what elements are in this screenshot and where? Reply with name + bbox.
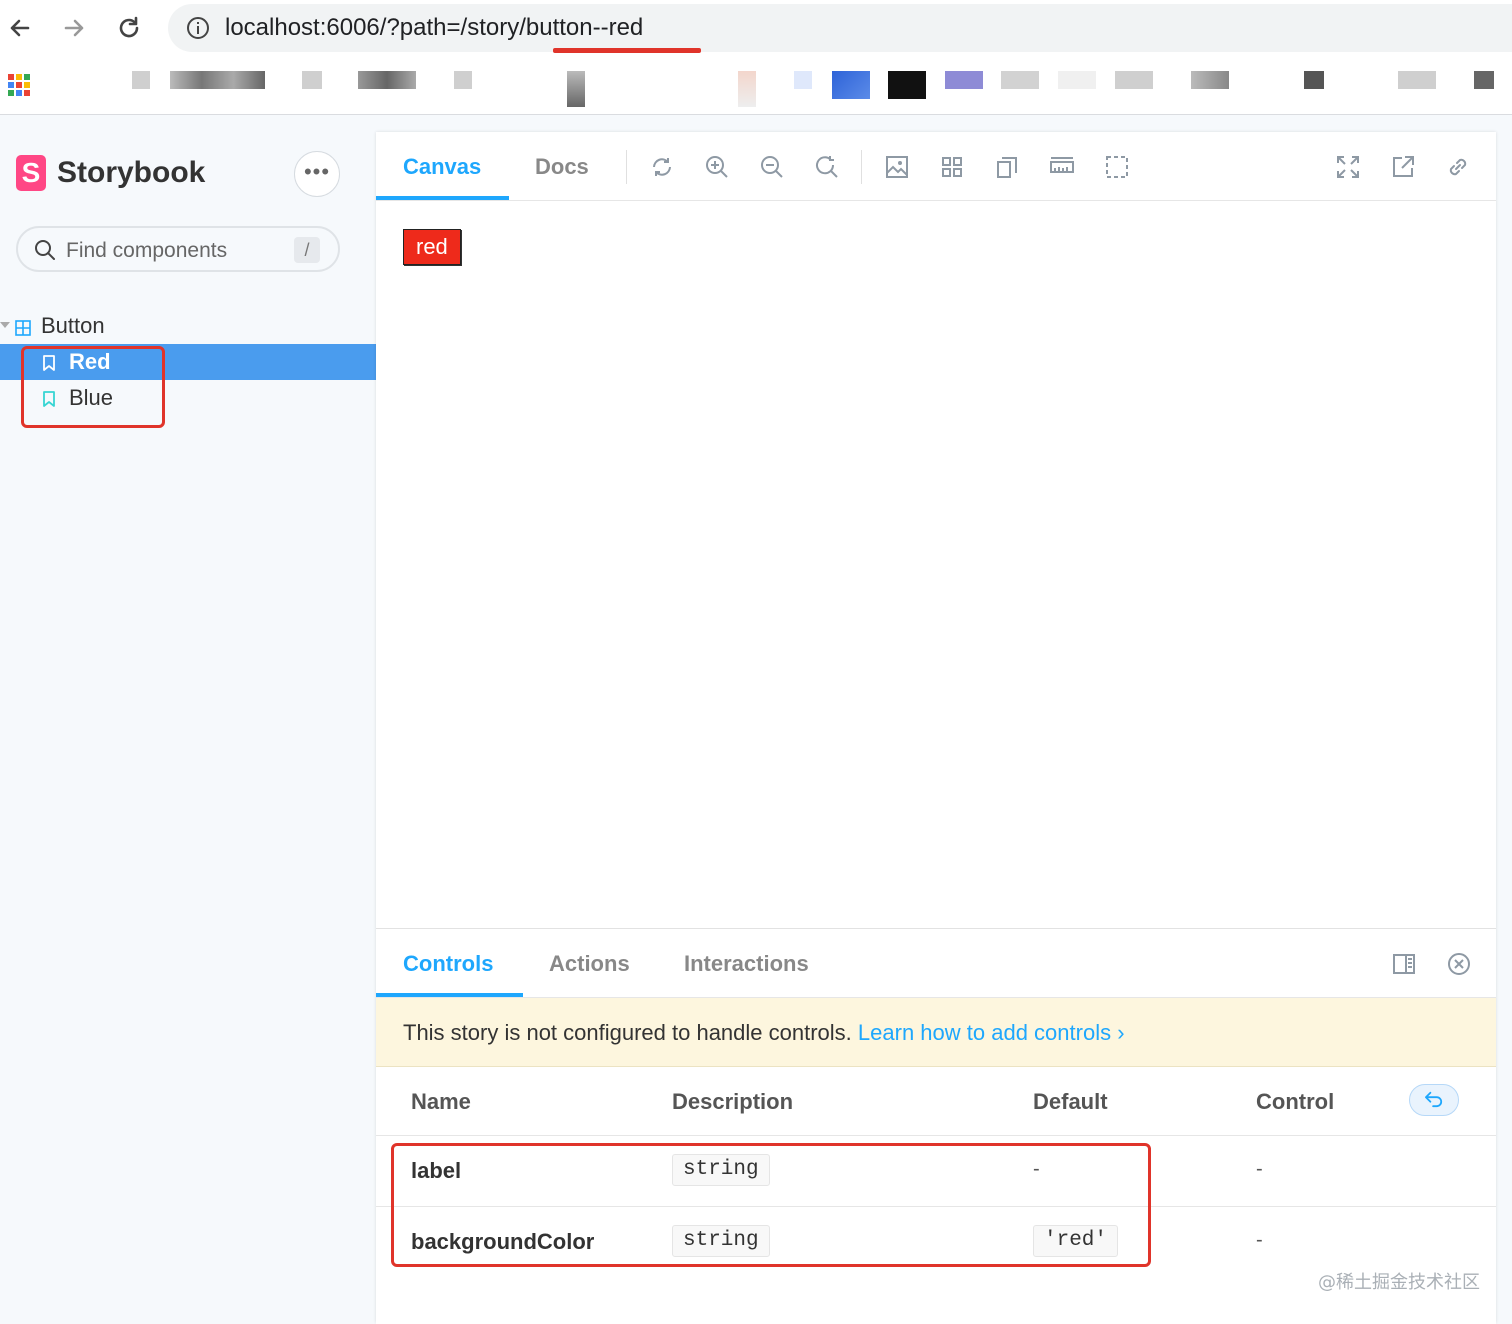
expand-caret-icon[interactable] [0,322,10,328]
args-table-header: Name Description Default Control [376,1067,1496,1136]
bookmark-blurred[interactable] [1304,71,1324,89]
url-text[interactable]: localhost:6006/?path=/story/button--red [225,14,643,42]
component-grid-icon [15,320,31,336]
tab-canvas[interactable]: Canvas [403,154,481,180]
column-default: Default [1033,1089,1108,1114]
column-description: Description [672,1089,794,1114]
reload-icon[interactable] [111,10,147,46]
zoom-reset-icon[interactable] [814,154,840,180]
bookmark-blurred[interactable] [945,71,983,89]
bookmark-blurred[interactable] [1115,71,1153,89]
browser-chrome: localhost:6006/?path=/story/button--red [0,0,1512,115]
bookmark-blurred[interactable] [302,71,322,89]
column-control: Control [1256,1089,1335,1114]
bookmark-blurred[interactable] [132,71,150,89]
bookmark-blurred[interactable] [832,71,870,99]
toolbar-divider [861,150,862,184]
bookmark-blurred[interactable] [454,71,472,89]
search-shortcut-badge: / [294,237,320,263]
bookmark-blurred[interactable] [358,71,416,89]
preview-panel: Canvas Docs red Controls Actions Interac… [376,132,1496,1324]
story-canvas: red [376,201,1496,928]
more-menu-button[interactable]: ••• [294,151,340,197]
bookmark-blurred[interactable] [1001,71,1039,89]
ruler-icon[interactable] [1049,154,1075,180]
annotation-highlight-box [391,1143,1151,1267]
copy-link-icon[interactable] [1445,154,1471,180]
preview-toolbar: Canvas Docs [376,132,1496,201]
forward-arrow-icon[interactable] [56,10,92,46]
bookmark-blurred[interactable] [1191,71,1229,89]
sidebar: S Storybook ••• Find components / Button… [0,115,376,1323]
outline-icon[interactable] [1104,154,1130,180]
toolbar-divider [626,150,627,184]
back-arrow-icon[interactable] [2,10,38,46]
site-info-icon[interactable] [186,16,210,40]
zoom-in-icon[interactable] [704,154,730,180]
remount-icon[interactable] [649,154,675,180]
bookmark-blurred[interactable] [1398,71,1436,89]
address-bar[interactable]: localhost:6006/?path=/story/button--red [168,4,1512,52]
annotation-highlight-box [21,346,165,428]
background-image-icon[interactable] [884,154,910,180]
bookmark-blurred[interactable] [738,71,756,107]
bookmark-blurred[interactable] [170,71,265,89]
bookmark-blurred[interactable] [888,71,926,99]
viewport-icon[interactable] [994,154,1020,180]
grid-icon[interactable] [939,154,965,180]
reset-controls-button[interactable] [1409,1084,1459,1116]
close-panel-icon[interactable] [1446,951,1472,977]
active-tab-indicator [376,993,523,997]
zoom-out-icon[interactable] [759,154,785,180]
search-placeholder: Find components [66,239,228,262]
addons-panel: Controls Actions Interactions This story… [376,928,1496,1324]
arg-control: - [1256,1158,1263,1180]
brand-name: Storybook [57,156,206,189]
fullscreen-icon[interactable] [1335,154,1361,180]
learn-controls-link[interactable]: Learn how to add controls › [858,1020,1125,1045]
bookmark-blurred[interactable] [567,71,585,107]
bookmark-blurred[interactable] [1474,71,1494,89]
bookmark-blurred[interactable] [794,71,812,89]
addon-tabs: Controls Actions Interactions [376,929,1496,998]
tab-actions[interactable]: Actions [549,951,630,977]
open-new-tab-icon[interactable] [1390,154,1416,180]
bookmark-blurred[interactable] [1058,71,1096,89]
storybook-logo-icon: S [16,155,46,191]
notice-text: This story is not configured to handle c… [403,1020,1125,1046]
notice-message: This story is not configured to handle c… [403,1020,852,1045]
url-highlight-underline [553,48,701,53]
column-name: Name [411,1089,471,1114]
watermark: @稀土掘金技术社区 [1318,1272,1480,1293]
tree-group-button[interactable]: Button [41,313,105,339]
active-tab-indicator [376,196,509,200]
arg-control: - [1256,1229,1263,1251]
search-icon [34,239,56,261]
undo-icon [1425,1091,1443,1108]
tab-docs[interactable]: Docs [535,154,589,180]
bookmarks-bar [0,62,1512,108]
tab-controls[interactable]: Controls [403,951,493,977]
tab-interactions[interactable]: Interactions [684,951,809,977]
controls-notice: This story is not configured to handle c… [376,998,1496,1067]
apps-grid-icon[interactable] [8,74,30,96]
search-input[interactable]: Find components / [16,226,340,272]
story-red-button[interactable]: red [403,229,461,265]
panel-orientation-icon[interactable] [1391,951,1417,977]
